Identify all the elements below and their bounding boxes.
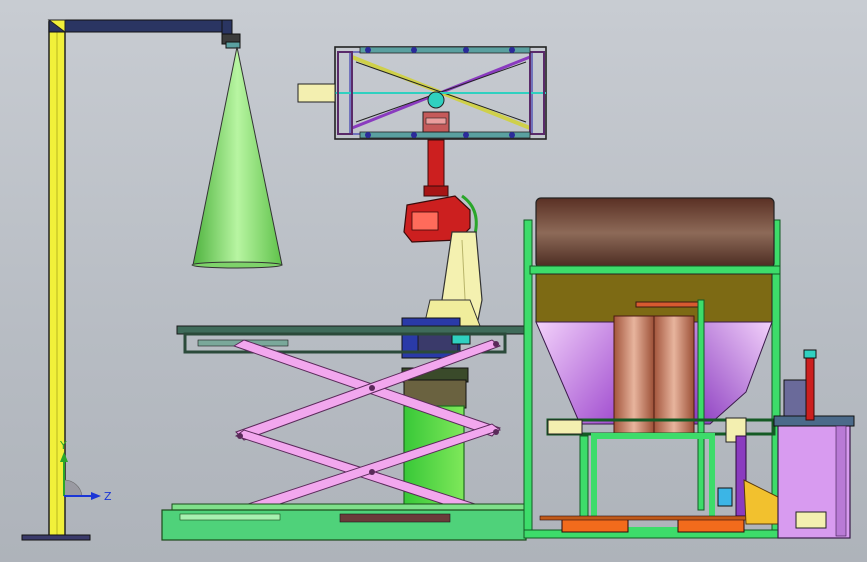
drum-roller — [535, 197, 775, 269]
flipping-frame[interactable] — [297, 46, 547, 140]
drum-band — [529, 265, 781, 275]
frame-bottom-rail — [359, 131, 531, 139]
spray-cone — [192, 46, 283, 266]
tank-body — [535, 273, 773, 323]
robot-wrist-collar — [423, 185, 449, 197]
scissor-lift[interactable] — [161, 325, 527, 541]
frame-flange-ring — [425, 117, 447, 125]
discharge-motor — [547, 419, 583, 435]
hopper-right — [693, 321, 773, 425]
cabinet-post-cap — [803, 349, 817, 359]
triad-z-label: Z — [104, 490, 112, 503]
cabinet-post — [805, 349, 815, 421]
gantry-base-plate — [21, 534, 91, 541]
cabinet-edge — [835, 425, 847, 537]
copper-pipe-right — [653, 315, 695, 435]
pipe-support-post — [697, 299, 705, 511]
view-triad: Y Z — [59, 439, 112, 503]
triad-z-arrow — [91, 492, 101, 500]
control-cabinet[interactable] — [773, 349, 855, 539]
vertical-screw — [735, 435, 747, 517]
hopper-tower[interactable] — [523, 197, 783, 539]
cart-sensor — [717, 487, 733, 507]
lift-base-plate — [339, 513, 451, 523]
pipe-handle — [635, 301, 705, 308]
copper-pipe-left — [613, 315, 655, 435]
nozzle-tip — [225, 41, 241, 49]
gantry-beam — [48, 19, 232, 33]
cart-track — [539, 515, 773, 521]
cabinet-roller — [795, 511, 827, 529]
robot-wrist-shaft — [427, 139, 445, 191]
triad-y-label: Y — [59, 439, 67, 452]
frame-left-motor — [297, 83, 336, 103]
frame-hub — [427, 91, 445, 109]
cad-viewport[interactable]: Y Z — [0, 0, 867, 562]
robot-head-detail — [411, 211, 439, 231]
lift-base-rail — [179, 513, 281, 521]
cabinet-valve-stack — [783, 379, 807, 417]
spray-cone-base — [191, 261, 283, 269]
frame-top-rail — [359, 46, 531, 54]
triad-origin-plane — [63, 479, 83, 497]
hopper-left — [535, 321, 615, 425]
